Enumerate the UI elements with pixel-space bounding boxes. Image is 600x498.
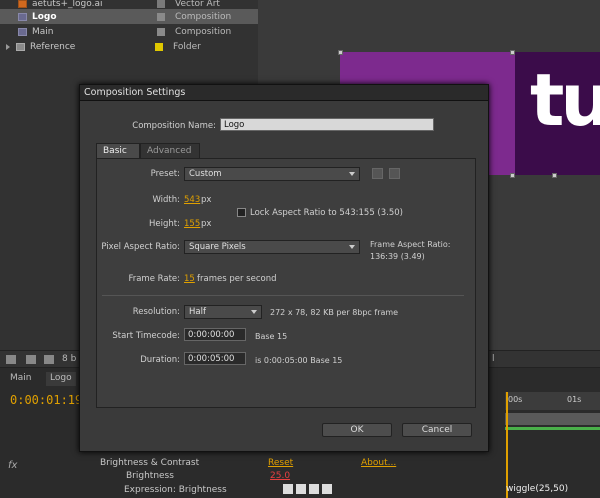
project-item-name: Reference <box>30 41 76 52</box>
expression-pickwhip-icon[interactable] <box>309 484 319 494</box>
expression-label: Expression: Brightness <box>124 485 227 495</box>
viewer-option-label[interactable]: l <box>492 354 495 364</box>
preset-label: Preset: <box>150 169 180 179</box>
duration-input[interactable]: 0:00:05:00 <box>184 352 246 365</box>
transform-handle[interactable] <box>338 50 343 55</box>
resolution-info: 272 x 78, 82 KB per 8bpc frame <box>270 308 399 317</box>
width-unit: px <box>201 195 212 205</box>
new-folder-icon[interactable] <box>26 355 36 364</box>
project-item-reference[interactable]: Reference Folder <box>0 39 258 54</box>
tab-logo[interactable]: Logo <box>46 372 76 386</box>
work-area-bar[interactable] <box>505 427 600 430</box>
lock-aspect-label: Lock Aspect Ratio to 543:155 (3.50) <box>250 208 403 218</box>
property-name: Brightness <box>126 471 174 481</box>
interpret-footage-icon[interactable] <box>6 355 16 364</box>
par-label: Pixel Aspect Ratio: <box>101 242 180 252</box>
project-item-main[interactable]: Main Composition <box>0 24 258 39</box>
property-value[interactable]: 25.0 <box>270 471 290 481</box>
label-swatch[interactable] <box>157 12 165 21</box>
project-item-type: Vector Art <box>175 0 220 9</box>
folder-icon <box>16 42 25 51</box>
label-swatch[interactable] <box>157 27 165 36</box>
project-item-logo[interactable]: Logo Composition <box>0 9 258 24</box>
start-timecode-base: Base 15 <box>255 332 288 341</box>
expression-code[interactable]: wiggle(25,50) <box>506 484 568 494</box>
project-item-type: Folder <box>173 41 201 52</box>
comp-name-input[interactable]: Logo <box>220 118 434 131</box>
project-item-type: Composition <box>175 26 232 37</box>
duration-label: Duration: <box>140 355 180 365</box>
start-timecode-label: Start Timecode: <box>112 331 180 341</box>
transform-handle[interactable] <box>510 50 515 55</box>
height-value[interactable]: 155 <box>184 219 200 229</box>
ok-button[interactable]: OK <box>322 423 392 437</box>
height-label: Height: <box>149 219 180 229</box>
current-time-display[interactable]: 0:00:01:19 <box>10 393 82 407</box>
chevron-down-icon <box>349 172 355 176</box>
composition-settings-dialog: Composition Settings Composition Name: L… <box>79 84 489 452</box>
par-select[interactable]: Square Pixels <box>184 240 360 254</box>
vector-art-icon <box>18 0 27 8</box>
frame-rate-unit: frames per second <box>197 274 277 284</box>
new-composition-icon[interactable] <box>44 355 54 364</box>
par-value: Square Pixels <box>189 242 246 252</box>
project-item-name: Main <box>32 26 54 37</box>
frame-rate-value[interactable]: 15 <box>184 274 195 284</box>
composition-icon <box>18 12 27 21</box>
tab-basic[interactable]: Basic <box>96 143 140 158</box>
layer-track[interactable] <box>505 413 600 430</box>
resolution-label: Resolution: <box>132 307 180 317</box>
resolution-select[interactable]: Half <box>184 305 262 319</box>
preset-select[interactable]: Custom <box>184 167 360 181</box>
dialog-title: Composition Settings <box>84 87 186 98</box>
property-row: Brightness 25.0 <box>0 471 505 485</box>
label-swatch[interactable] <box>155 42 163 51</box>
expression-language-menu-icon[interactable] <box>322 484 332 494</box>
effect-about-link[interactable]: About... <box>361 458 396 468</box>
expand-triangle-icon[interactable] <box>6 43 10 50</box>
project-item-name: Logo <box>32 11 57 22</box>
duration-info: is 0:00:05:00 Base 15 <box>255 356 343 365</box>
dialog-titlebar[interactable]: Composition Settings <box>80 85 488 101</box>
frame-aspect-value: 136:39 (3.49) <box>370 252 425 261</box>
resolution-value: Half <box>189 307 206 317</box>
label-swatch[interactable] <box>157 0 165 8</box>
project-item-name: aetuts+_logo.ai <box>32 0 103 9</box>
expression-graph-icon[interactable] <box>296 484 306 494</box>
lock-aspect-checkbox[interactable] <box>237 208 246 217</box>
width-value[interactable]: 543 <box>184 195 200 205</box>
ruler-label: 00s <box>508 395 523 404</box>
tab-main[interactable]: Main <box>6 372 36 386</box>
start-timecode-input[interactable]: 0:00:00:00 <box>184 328 246 341</box>
time-ruler[interactable]: 00s 01s <box>505 392 600 410</box>
chevron-down-icon <box>251 310 257 314</box>
cancel-button[interactable]: Cancel <box>402 423 472 437</box>
expression-row: Expression: Brightness <box>0 485 505 498</box>
playhead[interactable] <box>506 392 508 498</box>
effect-name: Brightness & Contrast <box>100 458 200 468</box>
effect-reset-link[interactable]: Reset <box>268 458 293 468</box>
frame-aspect-label: Frame Aspect Ratio: <box>370 240 451 249</box>
delete-preset-icon[interactable] <box>389 168 400 179</box>
comp-name-label: Composition Name: <box>132 121 216 131</box>
divider <box>102 295 464 296</box>
frame-rate-label: Frame Rate: <box>128 274 180 284</box>
expression-controls <box>283 484 332 494</box>
width-label: Width: <box>152 195 180 205</box>
composition-icon <box>18 27 27 36</box>
viewer-logo-text: tu <box>530 58 600 142</box>
expression-enable-icon[interactable] <box>283 484 293 494</box>
effect-row: Brightness & Contrast Reset About... <box>0 458 505 472</box>
tab-advanced[interactable]: Advanced <box>140 143 200 158</box>
save-preset-icon[interactable] <box>372 168 383 179</box>
project-item-type: Composition <box>175 11 232 22</box>
height-unit: px <box>201 219 212 229</box>
chevron-down-icon <box>349 245 355 249</box>
preset-value: Custom <box>189 169 222 179</box>
bit-depth-label[interactable]: 8 b <box>62 354 76 364</box>
transform-handle[interactable] <box>552 173 557 178</box>
ruler-label: 01s <box>567 395 582 404</box>
transform-handle[interactable] <box>510 173 515 178</box>
